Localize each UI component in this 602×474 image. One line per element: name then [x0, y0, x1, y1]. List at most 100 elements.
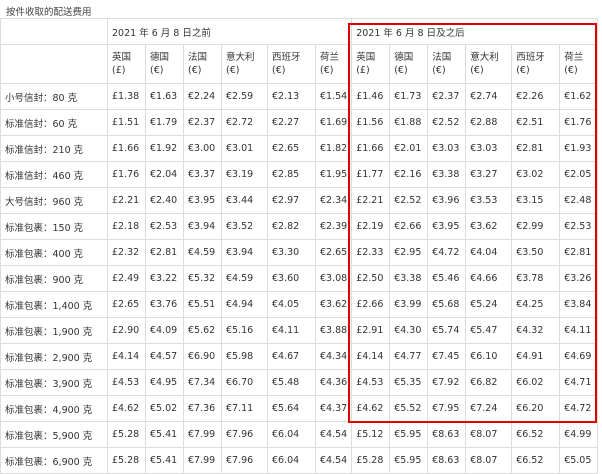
price-cell-before: €6.04 — [267, 421, 316, 448]
column-header: 荷兰 (€) — [559, 44, 599, 84]
price-cell-after: €4.25 — [511, 291, 561, 318]
price-cell-before: £1.66 — [107, 135, 146, 162]
price-cell-before: €2.40 — [145, 187, 184, 214]
row-label: 大号信封：960 克 — [0, 187, 108, 214]
price-cell-after: €1.73 — [389, 83, 429, 110]
price-cell-after: £2.91 — [351, 317, 391, 344]
price-cell-before: £4.53 — [107, 369, 146, 396]
price-cell-after: €8.07 — [465, 447, 513, 474]
table-row: 标准包裹：400 克 £2.32 €2.81 €4.59 €3.94 €3.30 €2.65… — [0, 239, 599, 266]
row-label: 标准包裹：1,400 克 — [0, 291, 108, 318]
price-cell-after: €1.76 — [559, 109, 599, 136]
column-currency: (€) — [432, 65, 446, 76]
price-cell-before: €2.37 — [183, 109, 222, 136]
price-cell-after: €5.95 — [389, 447, 429, 474]
price-cell-after: €4.72 — [559, 395, 599, 422]
price-cell-before: €7.96 — [221, 421, 268, 448]
price-cell-after: €4.91 — [511, 343, 561, 370]
price-cell-after: €2.37 — [427, 83, 467, 110]
column-header: 意大利 (€) — [465, 44, 513, 84]
column-country: 西班牙 — [272, 52, 301, 63]
price-cell-before: €1.92 — [145, 135, 184, 162]
price-cell-after: €5.24 — [465, 291, 513, 318]
price-cell-after: €4.32 — [511, 317, 561, 344]
table-row: 标准信封：460 克 £1.76 €2.04 €3.37 €3.19 €2.85 €1.95… — [0, 161, 599, 188]
price-cell-before: €3.08 — [314, 265, 353, 292]
price-cell-after: €2.51 — [511, 109, 561, 136]
table-row: 标准包裹：6,900 克 £5.28 €5.41 €7.99 €7.96 €6.04 €4.… — [0, 447, 599, 474]
row-label: 标准信封：210 克 — [0, 135, 108, 162]
price-cell-after: €5.95 — [389, 421, 429, 448]
price-cell-after: £2.50 — [351, 265, 391, 292]
price-cell-before: €4.54 — [314, 421, 353, 448]
price-cell-before: €3.62 — [314, 291, 353, 318]
column-country: 荷兰 — [320, 52, 340, 63]
price-cell-before: €4.67 — [267, 343, 316, 370]
price-cell-after: €3.03 — [465, 135, 513, 162]
price-cell-after: €7.24 — [465, 395, 513, 422]
price-cell-after: €2.99 — [511, 213, 561, 240]
column-header-row: 英国 (£) 德国 (€) 法国 (€) 意大利 (€) 西班牙 (€) 荷兰 (€) 英国 (£) 德国 (… — [0, 44, 599, 84]
price-cell-after: €4.04 — [465, 239, 513, 266]
price-cell-before: €3.00 — [183, 135, 222, 162]
price-cell-after: €2.66 — [389, 213, 429, 240]
column-currency: (€) — [470, 65, 484, 76]
price-cell-after: £1.66 — [351, 135, 391, 162]
price-cell-after: €7.92 — [427, 369, 467, 396]
price-cell-after: €3.38 — [389, 265, 429, 292]
price-cell-before: €2.97 — [267, 187, 316, 214]
price-cell-before: €3.30 — [267, 239, 316, 266]
column-header: 西班牙 (€) — [267, 44, 316, 84]
group-after-header: 2021 年 6 月 8 日及之后 — [351, 18, 599, 45]
price-cell-after: £2.66 — [351, 291, 391, 318]
price-cell-before: £1.76 — [107, 161, 146, 188]
price-cell-after: £5.12 — [351, 421, 391, 448]
price-cell-before: €3.94 — [183, 213, 222, 240]
price-cell-before: €3.44 — [221, 187, 268, 214]
price-cell-after: €5.35 — [389, 369, 429, 396]
price-cell-before: €1.82 — [314, 135, 353, 162]
price-cell-after: €2.81 — [559, 239, 599, 266]
row-label: 标准信封：460 克 — [0, 161, 108, 188]
price-cell-after: €3.50 — [511, 239, 561, 266]
price-cell-before: £5.28 — [107, 447, 146, 474]
price-cell-before: €4.54 — [314, 447, 353, 474]
price-cell-before: £2.65 — [107, 291, 146, 318]
price-cell-before: €2.34 — [314, 187, 353, 214]
price-cell-after: €8.63 — [427, 421, 467, 448]
column-country: 意大利 — [470, 52, 499, 63]
price-cell-before: £1.51 — [107, 109, 146, 136]
table-row: 标准包裹：900 克 £2.49 €3.22 €5.32 €4.59 €3.60 €3.08… — [0, 265, 599, 292]
price-cell-after: €4.66 — [465, 265, 513, 292]
price-cell-after: £4.14 — [351, 343, 391, 370]
price-cell-before: €4.57 — [145, 343, 184, 370]
group-before-header: 2021 年 6 月 8 日之前 — [106, 18, 353, 45]
price-cell-before: €3.60 — [267, 265, 316, 292]
price-cell-after: €4.11 — [559, 317, 599, 344]
price-cell-after: €4.77 — [389, 343, 429, 370]
price-cell-after: €2.88 — [465, 109, 513, 136]
price-cell-before: €1.79 — [145, 109, 184, 136]
row-label: 小号信封：80 克 — [0, 83, 108, 110]
price-cell-before: €7.34 — [183, 369, 222, 396]
price-cell-before: €5.02 — [145, 395, 184, 422]
table-row: 标准包裹：4,900 克 £4.62 €5.02 €7.36 €7.11 €5.64 €4.… — [0, 395, 599, 422]
price-cell-after: €2.81 — [511, 135, 561, 162]
price-cell-before: €1.63 — [145, 83, 184, 110]
price-cell-before: €2.53 — [145, 213, 184, 240]
row-label: 标准包裹：5,900 克 — [0, 421, 108, 448]
price-cell-after: £4.53 — [351, 369, 391, 396]
price-cell-after: £5.28 — [351, 447, 391, 474]
price-cell-before: €4.95 — [145, 369, 184, 396]
price-cell-before: €4.34 — [314, 343, 353, 370]
price-cell-before: €4.59 — [183, 239, 222, 266]
table-row: 大号信封：960 克 £2.21 €2.40 €3.95 €3.44 €2.97 €2.34… — [0, 187, 599, 214]
row-label: 标准信封：60 克 — [0, 109, 108, 136]
price-cell-after: £2.33 — [351, 239, 391, 266]
row-label: 标准包裹：1,900 克 — [0, 317, 108, 344]
price-cell-before: €2.13 — [267, 83, 316, 110]
price-cell-before: €5.32 — [183, 265, 222, 292]
column-header: 西班牙 (€) — [511, 44, 561, 84]
price-cell-before: £2.49 — [107, 265, 146, 292]
price-cell-before: £4.62 — [107, 395, 146, 422]
